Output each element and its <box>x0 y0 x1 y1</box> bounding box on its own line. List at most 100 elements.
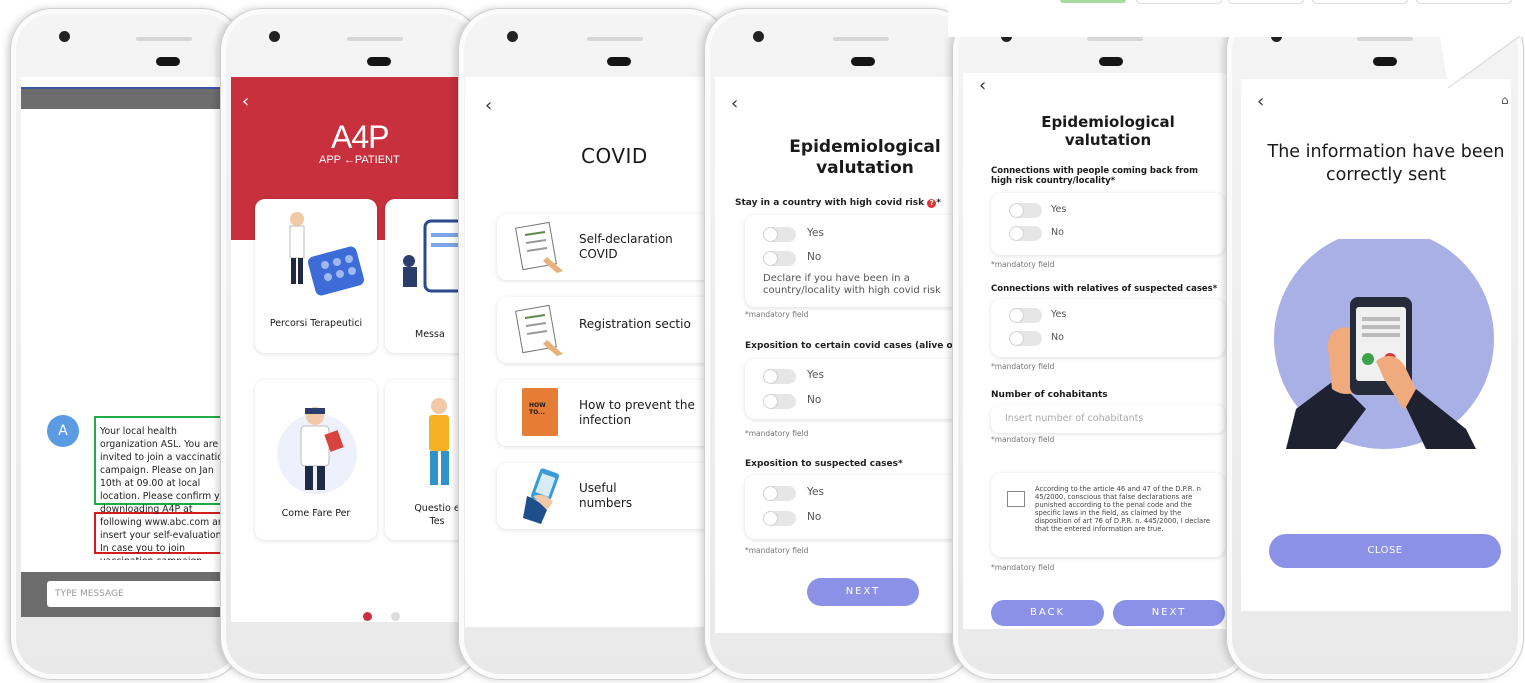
a4p-logo: A4P <box>331 119 389 155</box>
sms-screen: A Your local health organization ASL. Yo… <box>21 77 231 617</box>
a4p-logo-subtitle: APP ←PATIENT <box>319 154 400 166</box>
speaker <box>1087 37 1143 41</box>
pager-dot-active[interactable] <box>363 612 372 621</box>
overlay-chip <box>1312 0 1408 4</box>
camera-dot <box>507 31 518 42</box>
question-hint: Declare if you have been in a country/lo… <box>763 273 941 296</box>
cohabitants-input[interactable]: Insert number of cohabitants <box>991 405 1225 433</box>
menu-item-label: Self-declaration COVID <box>579 232 673 261</box>
menu-item-self-declaration[interactable]: Self-declaration COVID <box>497 214 705 280</box>
back-arrow-icon[interactable]: ‹ <box>242 93 249 111</box>
back-arrow-icon[interactable]: ‹ <box>1257 93 1264 111</box>
toggle-no[interactable] <box>1009 226 1042 241</box>
home-screen: ‹ A4P APP ←PATIENT Percorsi Terapeutici <box>231 77 471 622</box>
question-label: Stay in a country with high covid risk ?… <box>735 198 941 208</box>
epi1-screen: ‹ Epidemiological valutation Stay in a c… <box>715 77 955 633</box>
overlay-chip <box>1228 0 1304 4</box>
mandatory-note: *mandatory field <box>991 362 1055 371</box>
sensor <box>156 57 180 66</box>
toggle-label: No <box>1051 332 1064 343</box>
toggle-label: Yes <box>1051 204 1067 215</box>
menu-item-label: Registration sectio <box>579 317 691 331</box>
document-icon <box>515 221 563 273</box>
mandatory-note: *mandatory field <box>745 429 809 438</box>
close-button[interactable]: CLOSE <box>1269 534 1501 568</box>
question-label: Exposition to suspected cases* <box>745 459 903 469</box>
overlay-chip <box>1416 0 1512 4</box>
back-arrow-icon[interactable]: ‹ <box>485 97 492 115</box>
toggle-no[interactable] <box>1009 331 1042 346</box>
toggle-no[interactable] <box>763 251 796 266</box>
page-title: Epidemiological valutation <box>1041 113 1175 149</box>
confirmation-screen: ‹ ⌂ The information have been correctly … <box>1241 79 1511 611</box>
help-icon[interactable]: ? <box>927 199 937 208</box>
next-button[interactable]: NEXT <box>1113 600 1225 626</box>
toggle-label: No <box>1051 227 1064 238</box>
mandatory-note: *mandatory field <box>991 435 1055 444</box>
toggle-label: Yes <box>807 227 824 239</box>
toggle-yes[interactable] <box>763 369 796 384</box>
phone-sms: A Your local health organization ASL. Yo… <box>10 8 244 680</box>
toggle-no[interactable] <box>763 511 796 526</box>
next-button[interactable]: NEXT <box>807 578 919 606</box>
tile-label: Messa <box>415 329 445 340</box>
book-icon: HOW TO... <box>522 388 558 436</box>
overlay-panel <box>948 0 1525 37</box>
phone-confirmation: ‹ ⌂ The information have been correctly … <box>1226 8 1524 680</box>
toggle-yes[interactable] <box>1009 308 1042 323</box>
phone-epidemiological-2: ‹ Epidemiological valutation Connections… <box>952 8 1252 680</box>
home-icon[interactable]: ⌂ <box>1501 93 1509 107</box>
menu-item-registration[interactable]: Registration sectio <box>497 297 705 363</box>
toggle-label: Yes <box>1051 309 1067 320</box>
tile-label: Come Fare Per <box>281 508 351 519</box>
phone-covid-menu: ‹ COVID Self-declaration COVID Registrat… <box>458 8 730 680</box>
toggle-no[interactable] <box>763 394 796 409</box>
mandatory-note: *mandatory field <box>745 546 809 555</box>
camera-dot <box>753 31 764 42</box>
declaration-checkbox[interactable] <box>1007 491 1025 507</box>
confirmation-title: The information have been correctly sent <box>1267 142 1505 185</box>
sensor <box>607 57 631 66</box>
sensor <box>367 57 391 66</box>
toggle-yes[interactable] <box>763 227 796 242</box>
question-label: Exposition to certain covid cases (alive… <box>745 341 955 351</box>
message-text-green: Your local health organization ASL. You … <box>100 426 231 541</box>
toggle-label: No <box>807 511 822 523</box>
toggle-yes[interactable] <box>1009 203 1042 218</box>
speaker <box>347 37 403 41</box>
question-label: Connections with relatives of suspected … <box>991 284 1218 294</box>
logo-sub-left: APP <box>319 154 341 166</box>
back-button[interactable]: BACK <box>991 600 1104 626</box>
toggle-yes[interactable] <box>763 486 796 501</box>
question-text: Stay in a country with high covid risk <box>735 198 925 208</box>
mandatory-note: *mandatory field <box>745 310 809 319</box>
back-arrow-icon[interactable]: ‹ <box>979 77 986 95</box>
sensor <box>1099 57 1123 66</box>
toggle-label: Yes <box>807 486 824 498</box>
speaker <box>136 37 192 41</box>
camera-dot <box>59 31 70 42</box>
menu-item-label: How to prevent the infection <box>579 398 695 427</box>
page-title: Epidemiological valutation <box>789 137 941 178</box>
menu-item-how-to-prevent[interactable]: HOW TO... How to prevent the infection <box>497 380 705 446</box>
tile-come-fare[interactable]: Come Fare Per <box>255 380 377 540</box>
question-card <box>745 359 955 419</box>
speaker <box>587 37 643 41</box>
speaker <box>1357 37 1413 41</box>
menu-item-useful-numbers[interactable]: Useful numbers <box>497 463 705 529</box>
phone-hand-icon <box>523 468 560 524</box>
message-input[interactable]: TYPE MESSAGE <box>47 581 223 607</box>
logo-sub-right: PATIENT <box>354 154 400 166</box>
mandatory-note: *mandatory field <box>991 260 1055 269</box>
heart-line-icon: ← <box>340 154 355 166</box>
tile-percorsi[interactable]: Percorsi Terapeutici <box>255 199 377 353</box>
overlay-chip-green <box>1060 0 1126 3</box>
pager-dot[interactable] <box>391 612 400 621</box>
overlay-chip <box>1136 0 1222 4</box>
back-arrow-icon[interactable]: ‹ <box>731 95 738 113</box>
covid-title: COVID <box>581 144 648 168</box>
document-icon <box>515 304 563 356</box>
question-label: Connections with people coming back from… <box>991 166 1198 186</box>
sms-top-bar <box>21 87 231 109</box>
declaration-text: According to the article 46 and 47 of th… <box>1035 485 1211 533</box>
